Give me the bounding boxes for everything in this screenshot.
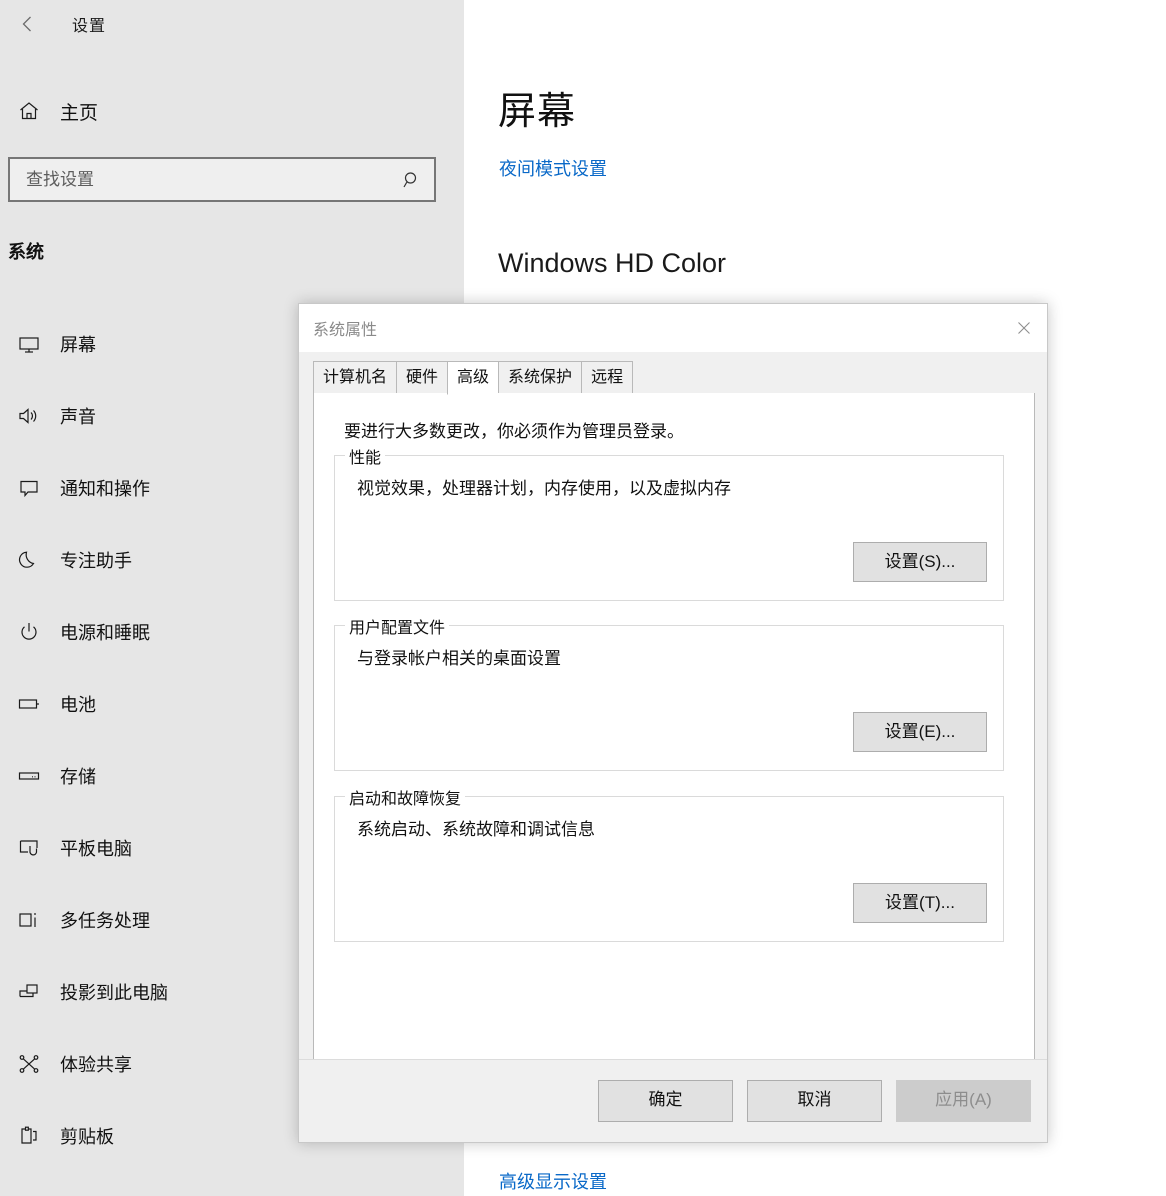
- startup-recovery-settings-button[interactable]: 设置(T)...: [853, 883, 987, 923]
- window-titlebar: 设置: [0, 0, 464, 48]
- power-icon: [10, 620, 48, 644]
- dialog-titlebar[interactable]: 系统属性: [299, 304, 1047, 352]
- page-title: 屏幕: [498, 91, 577, 133]
- user-profiles-group: 用户配置文件 与登录帐户相关的桌面设置 设置(E)...: [334, 614, 1004, 771]
- system-properties-dialog: 系统属性 计算机名 硬件 高级 系统保护 远程 要进行大多数更改，你必须作为管理员登录。…: [298, 303, 1048, 1143]
- tab-computer-name[interactable]: 计算机名: [313, 361, 397, 394]
- home-icon: [10, 99, 48, 123]
- sidebar-item-label: 专注助手: [60, 551, 132, 571]
- dialog-title: 系统属性: [313, 322, 378, 339]
- ok-button[interactable]: 确定: [598, 1080, 733, 1122]
- settings-window: 设置 主页 系统: [0, 0, 1166, 1196]
- startup-recovery-group-legend: 启动和故障恢复: [345, 785, 466, 809]
- performance-group: 性能 视觉效果，处理器计划，内存使用，以及虚拟内存 设置(S)...: [334, 444, 1004, 601]
- sidebar-item-remote-desktop[interactable]: 远程桌面: [0, 1172, 464, 1196]
- notification-icon: [10, 476, 48, 500]
- sidebar-item-label: 剪贴板: [60, 1127, 114, 1147]
- user-profiles-settings-button[interactable]: 设置(E)...: [853, 712, 987, 752]
- battery-icon: [10, 692, 48, 716]
- dialog-tabs: 计算机名 硬件 高级 系统保护 远程: [313, 361, 1035, 395]
- user-profiles-group-legend: 用户配置文件: [345, 614, 450, 638]
- night-light-settings-link[interactable]: 夜间模式设置: [499, 155, 607, 181]
- monitor-icon: [10, 332, 48, 356]
- sidebar-item-label: 通知和操作: [60, 479, 150, 499]
- back-arrow-icon[interactable]: [4, 4, 52, 44]
- sidebar-item-home[interactable]: 主页: [0, 88, 464, 134]
- sidebar-item-label: 多任务处理: [60, 911, 150, 931]
- speaker-icon: [10, 404, 48, 428]
- tab-advanced[interactable]: 高级: [447, 361, 499, 395]
- sidebar-item-label: 体验共享: [60, 1055, 132, 1075]
- tab-system-protection[interactable]: 系统保护: [498, 361, 582, 394]
- search-box[interactable]: [8, 157, 436, 202]
- projecting-icon: [10, 980, 48, 1004]
- dialog-body: 要进行大多数更改，你必须作为管理员登录。 性能 视觉效果，处理器计划，内存使用，…: [313, 393, 1035, 1117]
- sidebar-item-label: 电池: [60, 695, 96, 715]
- dialog-footer: 确定 取消 应用(A): [299, 1059, 1047, 1142]
- search-input[interactable]: [10, 169, 390, 190]
- sidebar-item-label: 屏幕: [60, 335, 96, 355]
- admin-requirement-note: 要进行大多数更改，你必须作为管理员登录。: [344, 422, 684, 441]
- sidebar-item-label: 投影到此电脑: [60, 983, 168, 1003]
- apply-button: 应用(A): [896, 1080, 1031, 1122]
- search-icon[interactable]: [390, 170, 434, 190]
- advanced-display-settings-link[interactable]: 高级显示设置: [499, 1168, 607, 1194]
- clipboard-icon: [10, 1124, 48, 1148]
- storage-icon: [10, 764, 48, 788]
- moon-icon: [10, 548, 48, 572]
- performance-group-description: 视觉效果，处理器计划，内存使用，以及虚拟内存: [357, 479, 731, 498]
- share-icon: [10, 1052, 48, 1076]
- hd-color-heading: Windows HD Color: [498, 248, 727, 278]
- startup-recovery-group: 启动和故障恢复 系统启动、系统故障和调试信息 设置(T)...: [334, 785, 1004, 942]
- cancel-button[interactable]: 取消: [747, 1080, 882, 1122]
- sidebar-item-label: 电源和睡眠: [60, 623, 150, 643]
- performance-settings-button[interactable]: 设置(S)...: [853, 542, 987, 582]
- close-icon[interactable]: [1001, 305, 1047, 351]
- user-profiles-group-description: 与登录帐户相关的桌面设置: [357, 649, 561, 668]
- sidebar-item-label: 声音: [60, 407, 96, 427]
- app-title: 设置: [72, 18, 107, 35]
- tab-remote[interactable]: 远程: [581, 361, 634, 394]
- performance-group-legend: 性能: [345, 444, 386, 468]
- tablet-icon: [10, 836, 48, 860]
- startup-recovery-group-description: 系统启动、系统故障和调试信息: [357, 820, 595, 839]
- sidebar-item-label: 平板电脑: [60, 839, 132, 859]
- tab-hardware[interactable]: 硬件: [396, 361, 448, 394]
- multitasking-icon: [10, 908, 48, 932]
- sidebar-item-home-label: 主页: [60, 102, 99, 124]
- sidebar-item-label: 存储: [60, 767, 96, 787]
- sidebar-group-title: 系统: [8, 242, 44, 262]
